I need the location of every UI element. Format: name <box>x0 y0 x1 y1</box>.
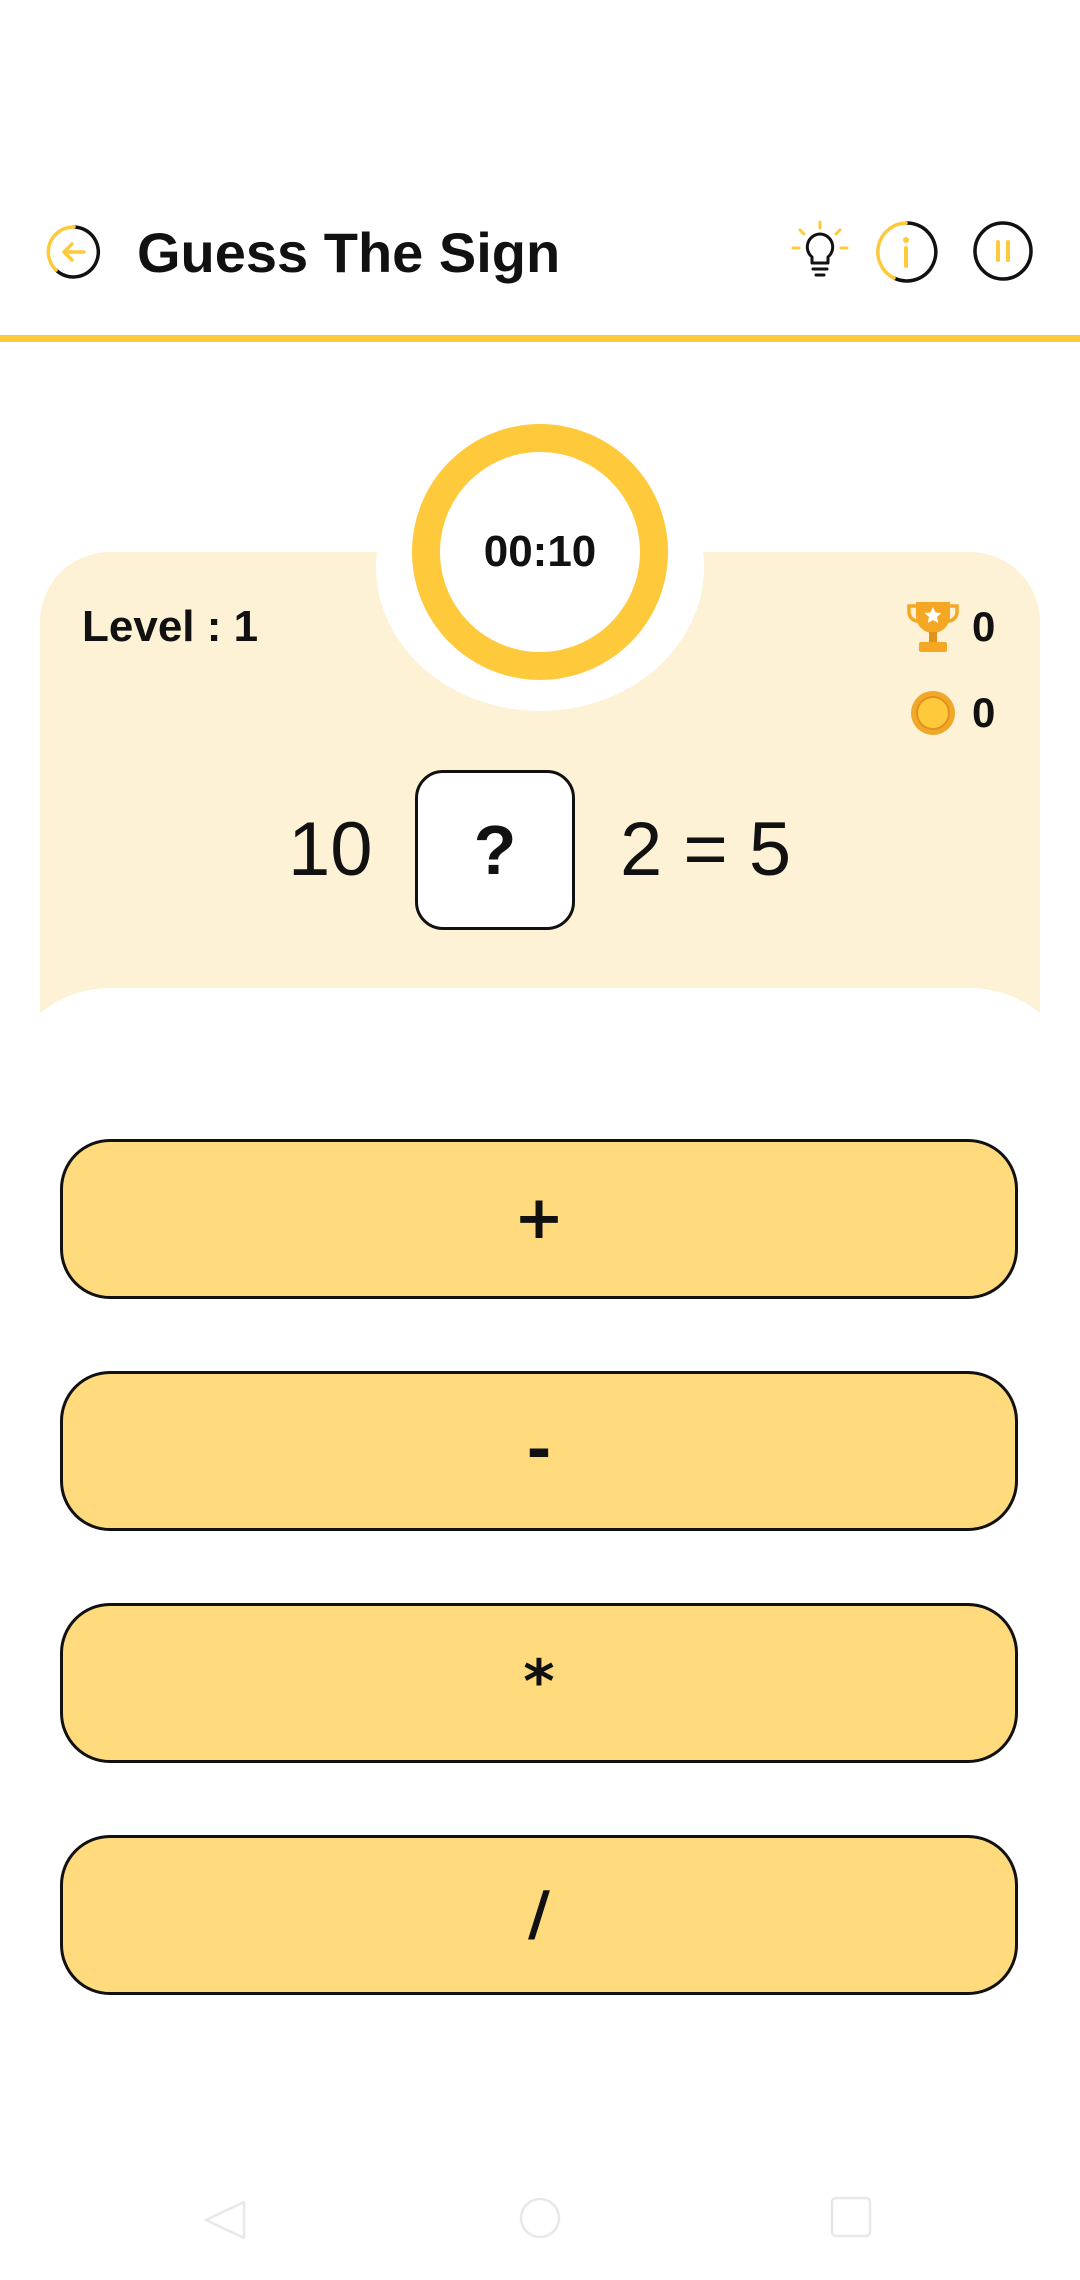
info-icon[interactable] <box>874 220 938 284</box>
option-divide-button[interactable]: / <box>60 1835 1018 1995</box>
coin-icon <box>911 691 955 735</box>
equation-right-side: 2 = 5 <box>620 807 792 892</box>
trophy-count: 0 <box>972 603 996 650</box>
coin-count: 0 <box>972 689 996 736</box>
back-arrow-icon[interactable] <box>46 224 102 280</box>
equation-left-operand: 10 <box>288 807 373 892</box>
pause-icon[interactable] <box>972 220 1034 282</box>
lightbulb-icon[interactable] <box>790 220 850 280</box>
nav-back-icon[interactable] <box>200 2196 248 2244</box>
trophy-icon <box>907 602 959 652</box>
unknown-sign-box: ? <box>415 770 575 930</box>
option-multiply-button[interactable]: * <box>60 1603 1018 1763</box>
nav-home-icon[interactable] <box>518 2196 562 2240</box>
timer-text: 00:10 <box>483 527 597 576</box>
nav-recents-icon[interactable] <box>828 2194 874 2240</box>
page-title: Guess The Sign <box>137 221 561 284</box>
level-label: Level : 1 <box>82 602 259 651</box>
top-app-bar: Guess The Sign <box>0 190 1080 342</box>
option-plus-button[interactable]: + <box>60 1139 1018 1299</box>
option-minus-button[interactable]: - <box>60 1371 1018 1531</box>
